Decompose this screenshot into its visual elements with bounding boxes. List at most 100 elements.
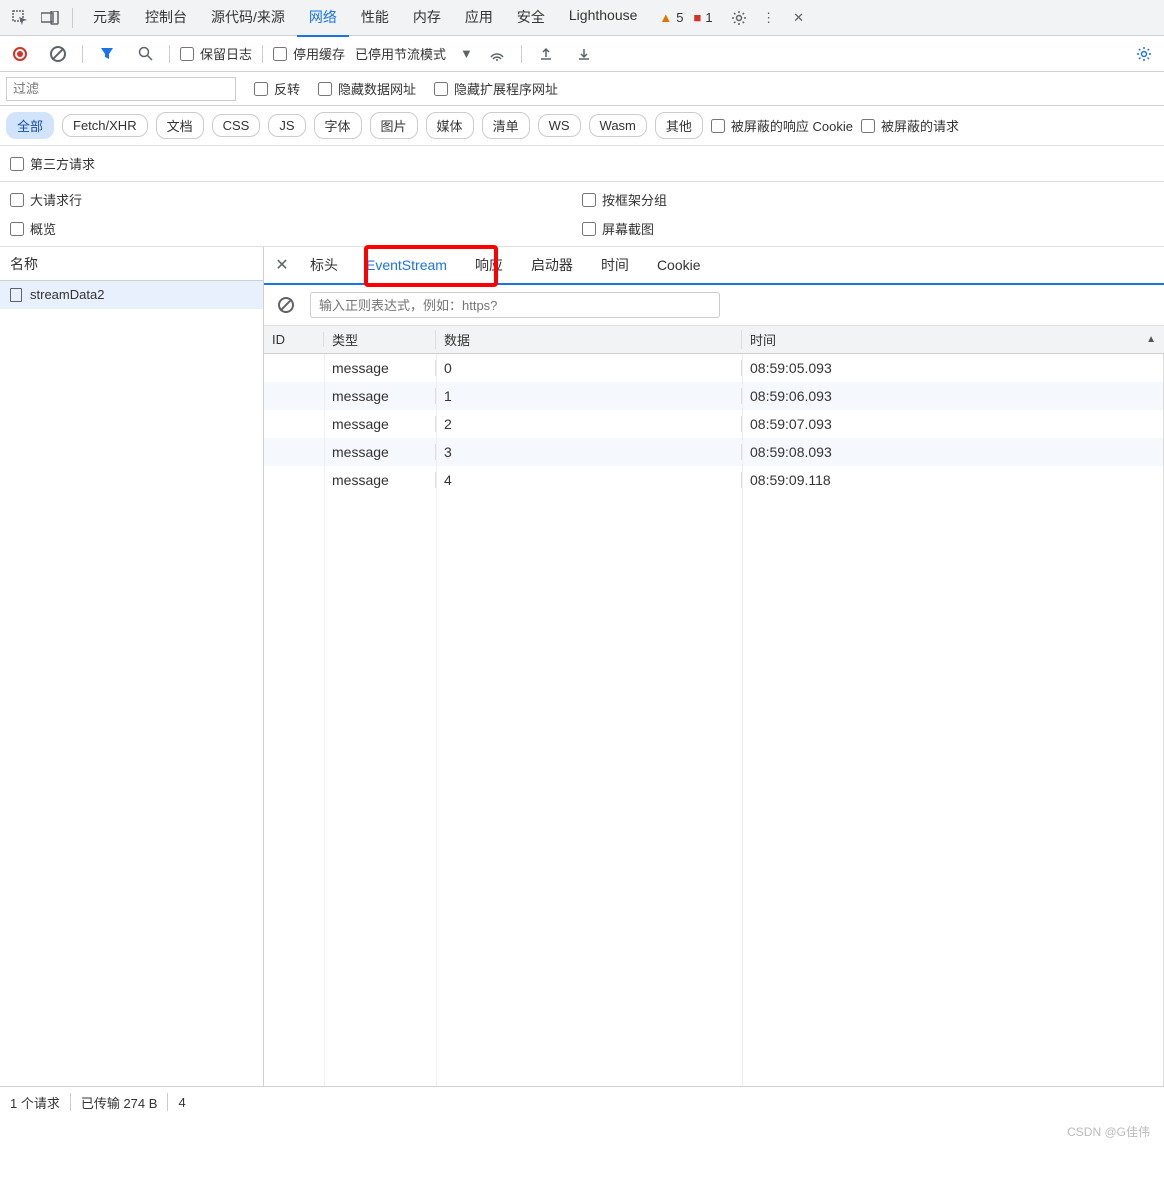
type-pill[interactable]: CSS	[212, 114, 261, 137]
type-pill[interactable]: Fetch/XHR	[62, 114, 148, 137]
sort-arrow-icon: ▲	[1146, 334, 1156, 345]
filter-input[interactable]	[6, 77, 236, 101]
network-settings-icon[interactable]	[1130, 40, 1158, 68]
separator	[72, 8, 73, 28]
col-header-id[interactable]: ID	[264, 332, 324, 347]
detail-tab[interactable]: Cookie	[643, 249, 715, 281]
eventstream-toolbar	[264, 285, 1164, 326]
type-pill[interactable]: WS	[538, 114, 581, 137]
blockedCookies-checkbox[interactable]: 被屏蔽的响应 Cookie	[711, 116, 853, 135]
screenshots-checkbox[interactable]: 屏幕截图	[582, 219, 1154, 238]
request-detail: ✕ 标头EventStream响应启动器时间Cookie ID 类型 数据 时间…	[264, 247, 1164, 1086]
third-party-checkbox[interactable]: 第三方请求	[10, 154, 95, 173]
resource-type-filter: 全部 Fetch/XHR 文档 CSS JS 字体图片媒体清单 WS Wasm 其他被屏蔽的响应…	[0, 106, 1164, 146]
clear-events-icon[interactable]	[272, 291, 300, 319]
group-by-frame-checkbox[interactable]: 按框架分组	[582, 190, 1154, 209]
detail-tab[interactable]: EventStream	[352, 249, 461, 281]
main-tab[interactable]: 源代码/来源	[199, 0, 297, 37]
error-count: 1	[705, 10, 712, 25]
main-tabs: 元素控制台源代码/来源网络性能内存应用安全Lighthouse	[81, 0, 649, 37]
hide-data-urls-checkbox[interactable]: 隐藏数据网址	[318, 79, 416, 98]
document-icon	[10, 288, 22, 302]
error-icon: ■	[694, 10, 702, 25]
more-icon[interactable]: ⋮	[755, 4, 783, 32]
type-pill[interactable]: 媒体	[426, 112, 474, 139]
throttling-select[interactable]: 已停用节流模式▼	[355, 44, 473, 63]
main-tab[interactable]: 控制台	[133, 0, 199, 37]
type-pill[interactable]: 文档	[156, 112, 204, 139]
main-tab[interactable]: 内存	[401, 0, 453, 37]
request-name: streamData2	[30, 287, 104, 302]
separator	[262, 45, 263, 63]
search-icon[interactable]	[131, 40, 159, 68]
close-devtools-icon[interactable]: ✕	[785, 4, 813, 32]
status-bar: 1 个请求 已传输 274 B 4	[0, 1087, 1164, 1117]
blockedRequests-checkbox[interactable]: 被屏蔽的请求	[861, 116, 959, 135]
inspect-icon[interactable]	[6, 4, 34, 32]
upload-har-icon[interactable]	[532, 40, 560, 68]
request-list: 名称 streamData2	[0, 247, 264, 1086]
device-toolbar-icon[interactable]	[36, 4, 64, 32]
main-tab[interactable]: 网络	[297, 0, 349, 37]
main-tab[interactable]: 元素	[81, 0, 133, 37]
disable-cache-checkbox[interactable]: 停用缓存	[273, 44, 345, 63]
request-row[interactable]: streamData2	[0, 281, 263, 309]
record-button[interactable]	[6, 40, 34, 68]
main-tab[interactable]: 应用	[453, 0, 505, 37]
main-tab[interactable]: Lighthouse	[557, 0, 650, 37]
issue-counters[interactable]: ▲ 5 ■1	[659, 10, 712, 25]
clear-button[interactable]	[44, 40, 72, 68]
preserve-log-checkbox[interactable]: 保留日志	[180, 44, 252, 63]
separator	[169, 45, 170, 63]
type-pill[interactable]: 其他	[655, 112, 703, 139]
warning-count: 5	[676, 10, 683, 25]
type-pill[interactable]: 清单	[482, 112, 530, 139]
type-pill[interactable]: 全部	[6, 112, 54, 139]
status-resources: 4	[178, 1095, 185, 1110]
event-row[interactable]: message108:59:06.093	[264, 382, 1163, 410]
detail-tab[interactable]: 启动器	[517, 247, 587, 283]
filter-icon[interactable]	[93, 40, 121, 68]
network-conditions-icon[interactable]	[483, 40, 511, 68]
regex-filter-input[interactable]	[310, 292, 720, 318]
main-tab[interactable]: 性能	[349, 0, 401, 37]
event-row[interactable]: message408:59:09.118	[264, 466, 1163, 494]
network-options: 大请求行 概览 按框架分组 屏幕截图	[0, 182, 1164, 247]
download-har-icon[interactable]	[570, 40, 598, 68]
settings-icon[interactable]	[725, 4, 753, 32]
main-tab[interactable]: 安全	[505, 0, 557, 37]
close-detail-icon[interactable]: ✕	[268, 255, 296, 275]
separator	[521, 45, 522, 63]
event-row[interactable]: message208:59:07.093	[264, 410, 1163, 438]
request-list-header[interactable]: 名称	[0, 247, 263, 281]
detail-tab[interactable]: 响应	[461, 247, 517, 283]
type-pill[interactable]: 字体	[314, 112, 362, 139]
large-rows-checkbox[interactable]: 大请求行	[10, 190, 582, 209]
network-main: 名称 streamData2 ✕ 标头EventStream响应启动器时间Coo…	[0, 247, 1164, 1087]
col-header-type[interactable]: 类型	[324, 330, 436, 349]
event-row[interactable]: message008:59:05.093	[264, 354, 1163, 382]
warning-icon: ▲	[659, 10, 672, 25]
watermark: CSDN @G佳伟	[0, 1117, 1164, 1146]
resource-type-filter-row2: 第三方请求	[0, 146, 1164, 182]
overview-checkbox[interactable]: 概览	[10, 219, 582, 238]
type-pill[interactable]: 图片	[370, 112, 418, 139]
network-toolbar: 保留日志 停用缓存 已停用节流模式▼	[0, 36, 1164, 72]
detail-tab[interactable]: 时间	[587, 247, 643, 283]
eventstream-grid: ID 类型 数据 时间▲ message008:59:05.093message…	[264, 326, 1164, 1086]
grid-body: message008:59:05.093message108:59:06.093…	[264, 354, 1164, 1086]
invert-checkbox[interactable]: 反转	[254, 79, 300, 98]
status-transferred: 已传输 274 B	[81, 1093, 158, 1112]
event-row[interactable]: message308:59:08.093	[264, 438, 1163, 466]
detail-tabs: ✕ 标头EventStream响应启动器时间Cookie	[264, 247, 1164, 285]
col-header-data[interactable]: 数据	[436, 330, 742, 349]
hide-ext-urls-checkbox[interactable]: 隐藏扩展程序网址	[434, 79, 558, 98]
grid-header: ID 类型 数据 时间▲	[264, 326, 1164, 354]
col-header-time[interactable]: 时间▲	[742, 330, 1164, 349]
type-pill[interactable]: Wasm	[589, 114, 647, 137]
devtools-topbar: 元素控制台源代码/来源网络性能内存应用安全Lighthouse ▲5 ■1 ⋮ …	[0, 0, 1164, 36]
detail-tab[interactable]: 标头	[296, 247, 352, 283]
filter-bar: 反转 隐藏数据网址 隐藏扩展程序网址	[0, 72, 1164, 106]
separator	[82, 45, 83, 63]
type-pill[interactable]: JS	[268, 114, 305, 137]
